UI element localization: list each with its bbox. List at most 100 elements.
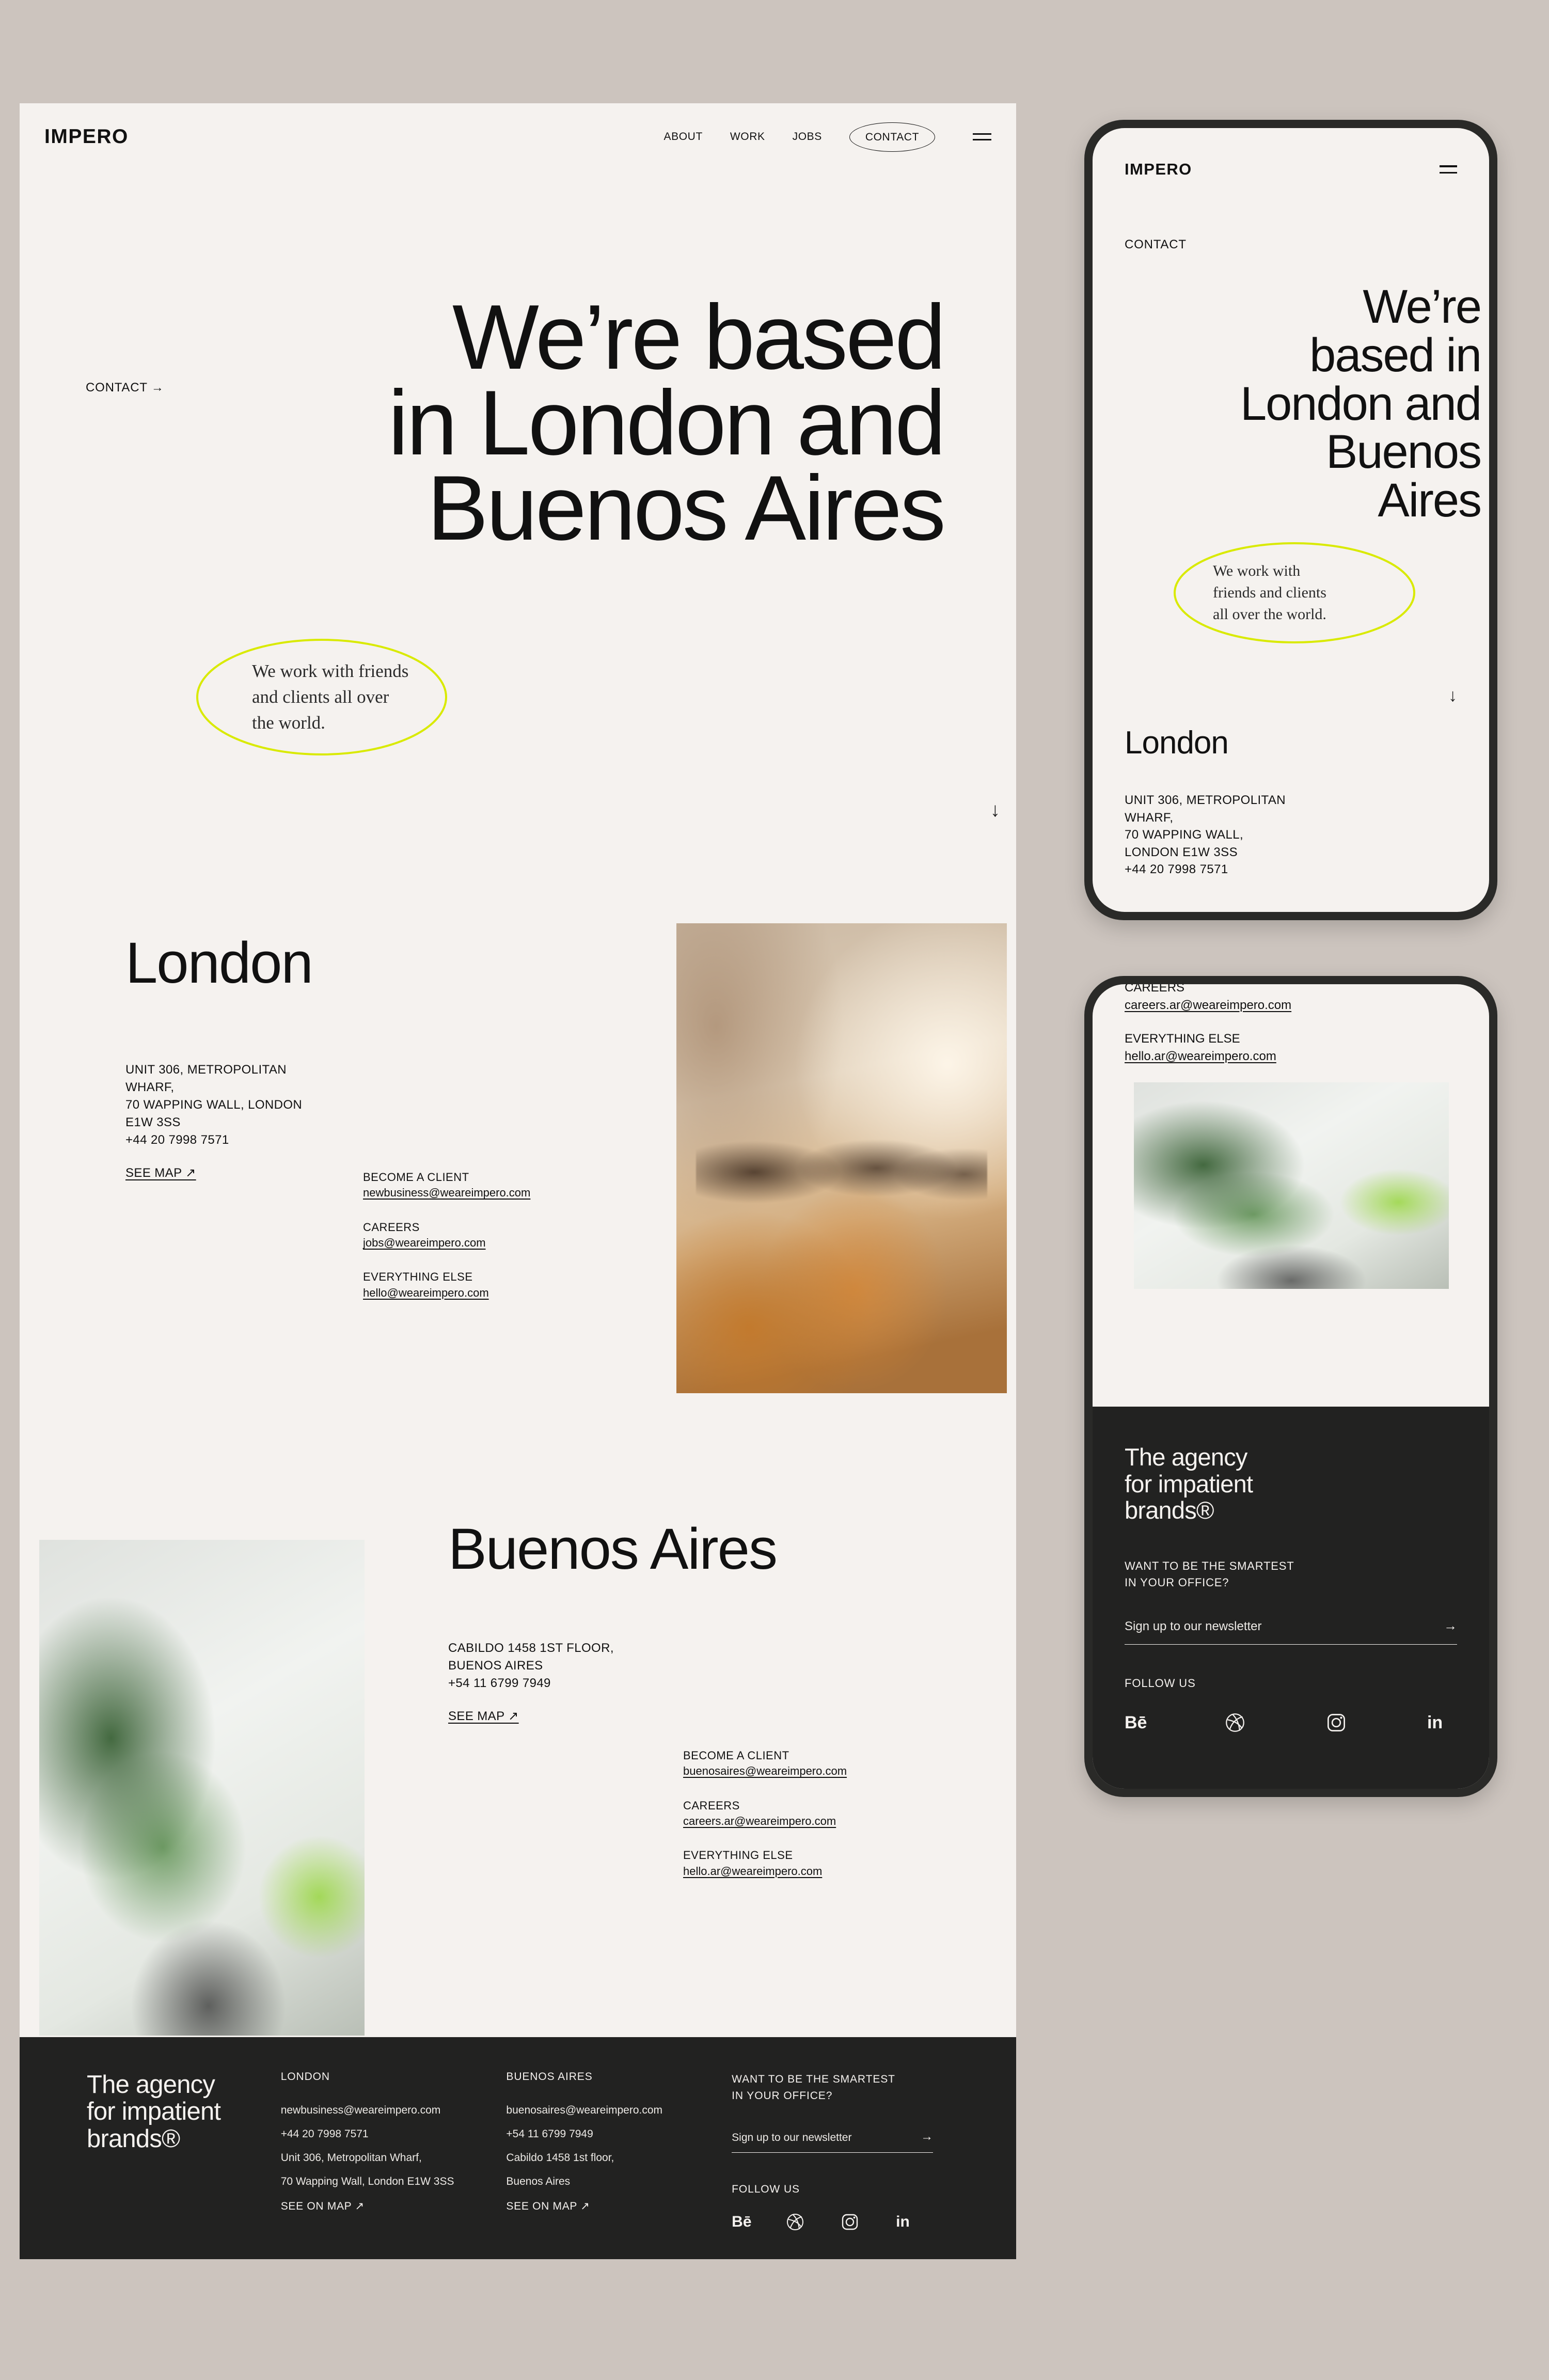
hamburger-icon[interactable] — [1440, 165, 1457, 174]
highlight-callout: We work with friends and clients all ove… — [195, 638, 448, 756]
hero-eyebrow: CONTACT → — [86, 381, 164, 395]
london-address-line: E1W 3SS — [125, 1115, 181, 1130]
newsletter-submit-arrow-icon[interactable]: → — [1444, 1618, 1457, 1634]
contact-label: EVERYTHING ELSE — [1125, 1032, 1240, 1046]
mobile-hero-line: Buenos — [1325, 425, 1482, 479]
mobile-scroll-down-arrow-icon[interactable]: ↓ — [1448, 686, 1457, 706]
mobile-page-title: We’re based in London and Buenos Aires — [1125, 282, 1482, 527]
newsletter-heading: WANT TO BE THE SMARTEST IN YOUR OFFICE? — [732, 2071, 965, 2104]
instagram-icon[interactable] — [841, 2213, 859, 2231]
buenos-aires-see-map-link[interactable]: SEE MAP ↗ — [448, 1708, 519, 1725]
desktop-footer: The agency for impatient brands® LONDON … — [20, 2037, 1016, 2259]
contact-email-link[interactable]: jobs@weareimpero.com — [363, 1235, 530, 1251]
highlight-line-3: the world. — [252, 712, 325, 733]
contact-label: CAREERS — [363, 1220, 420, 1234]
buenos-aires-office-photo — [39, 1540, 365, 2036]
mobile-address-line: UNIT 306, METROPOLITAN — [1125, 793, 1286, 807]
footer-buenos-aires-column: BUENOS AIRES buenosaires@weareimpero.com… — [506, 2071, 732, 2259]
buenos-aires-contacts: BECOME A CLIENT buenosaires@weareimpero.… — [683, 1748, 847, 1898]
footer-email[interactable]: newbusiness@weareimpero.com — [281, 2105, 507, 2116]
mobile-highlight-line: all over the world. — [1213, 606, 1326, 623]
contact-group: EVERYTHING ELSE hello@weareimpero.com — [363, 1269, 530, 1301]
logo[interactable]: IMPERO — [44, 125, 129, 148]
mobile-office-photo — [1134, 1082, 1449, 1289]
nav-link-work[interactable]: WORK — [730, 131, 765, 143]
hamburger-bar — [973, 133, 991, 135]
footer-follow-label: FOLLOW US — [1125, 1676, 1196, 1690]
footer-brand-line: The agency — [1125, 1443, 1247, 1471]
contact-label: BECOME A CLIENT — [363, 1171, 469, 1184]
footer-email-link[interactable]: newbusiness@weareimpero.com — [281, 2104, 441, 2116]
linkedin-icon[interactable]: in — [1427, 1713, 1447, 1732]
newsletter-input-placeholder[interactable]: Sign up to our newsletter — [732, 2132, 851, 2143]
footer-email-link[interactable]: buenosaires@weareimpero.com — [506, 2104, 662, 2116]
london-address-line: 70 WAPPING WALL, LONDON — [125, 1098, 303, 1112]
contact-email-link[interactable]: hello@weareimpero.com — [363, 1285, 530, 1301]
mobile-highlight-line: friends and clients — [1213, 584, 1326, 601]
footer-brand-line: brands® — [1125, 1496, 1214, 1524]
nav-link-jobs[interactable]: JOBS — [793, 131, 822, 143]
behance-icon[interactable]: Bē — [732, 2213, 751, 2231]
contact-group: EVERYTHING ELSE hello.ar@weareimpero.com — [683, 1848, 847, 1879]
mobile-hero-line: London and — [1240, 377, 1482, 430]
footer-london-map-link[interactable]: SEE ON MAP ↗ — [281, 2201, 365, 2212]
newsletter-heading-line: WANT TO BE THE SMARTEST — [732, 2073, 895, 2085]
buenos-aires-section-title: Buenos Aires — [448, 1517, 778, 1581]
mobile-address-line: 70 WAPPING WALL, — [1125, 828, 1244, 842]
hamburger-bar — [1440, 165, 1457, 167]
contact-email-link[interactable]: careers.ar@weareimpero.com — [1125, 997, 1291, 1014]
newsletter-input-placeholder[interactable]: Sign up to our newsletter — [1125, 1619, 1262, 1634]
newsletter-input-row[interactable]: Sign up to our newsletter → — [732, 2131, 934, 2153]
footer-brand-line: for impatient — [87, 2098, 221, 2126]
london-see-map-link[interactable]: SEE MAP ↗ — [125, 1164, 196, 1182]
nav-link-about[interactable]: ABOUT — [664, 131, 703, 143]
behance-icon[interactable]: Bē — [1125, 1713, 1147, 1732]
london-contacts: BECOME A CLIENT newbusiness@weareimpero.… — [363, 1170, 530, 1319]
mobile-hero-line: Aires — [1378, 474, 1482, 527]
hero-line-2: in London and — [388, 371, 946, 474]
hero-line-1: We’re based — [452, 286, 946, 388]
hamburger-bar — [1440, 171, 1457, 174]
instagram-icon[interactable] — [1326, 1713, 1346, 1732]
dribbble-icon[interactable] — [786, 2213, 804, 2231]
footer-london-column: LONDON newbusiness@weareimpero.com +44 2… — [281, 2071, 507, 2259]
london-address-line: +44 20 7998 7571 — [125, 1133, 229, 1147]
newsletter-heading-line: IN YOUR OFFICE? — [732, 2089, 833, 2102]
footer-brand-line: for impatient — [1125, 1470, 1253, 1498]
footer-social-links: Bē in — [732, 2213, 965, 2231]
contact-group: CAREERS careers.ar@weareimpero.com — [683, 1798, 847, 1830]
contact-label: EVERYTHING ELSE — [363, 1270, 473, 1284]
contact-email-link[interactable]: careers.ar@weareimpero.com — [683, 1814, 847, 1829]
linkedin-icon[interactable]: in — [896, 2213, 913, 2231]
logo[interactable]: IMPERO — [1125, 160, 1192, 179]
ba-address-line: CABILDO 1458 1ST FLOOR, — [448, 1641, 614, 1655]
contact-label: EVERYTHING ELSE — [683, 1849, 793, 1862]
contact-email-link[interactable]: hello.ar@weareimpero.com — [683, 1864, 847, 1879]
hero-line-3: Buenos Aires — [427, 456, 946, 560]
london-address-line: WHARF, — [125, 1080, 175, 1095]
contact-email-link[interactable]: buenosaires@weareimpero.com — [683, 1763, 847, 1779]
footer-email[interactable]: buenosaires@weareimpero.com — [506, 2105, 732, 2116]
hamburger-icon[interactable] — [973, 133, 991, 140]
scroll-down-arrow-icon[interactable]: ↓ — [990, 800, 1000, 820]
hamburger-bar — [973, 139, 991, 140]
contact-email-link[interactable]: hello.ar@weareimpero.com — [1125, 1048, 1291, 1065]
footer-address-line: 70 Wapping Wall, London E1W 3SS — [280, 2176, 454, 2187]
newsletter-heading-line: WANT TO BE THE SMARTEST — [1125, 1559, 1294, 1573]
mobile-london-address: UNIT 306, METROPOLITAN WHARF, 70 WAPPING… — [1125, 792, 1286, 878]
footer-address-line: Unit 306, Metropolitan Wharf, — [280, 2152, 422, 2164]
contact-label: CAREERS — [683, 1799, 740, 1812]
contact-label: CAREERS — [1125, 984, 1185, 995]
contact-email-link[interactable]: newbusiness@weareimpero.com — [363, 1185, 530, 1201]
dribbble-icon[interactable] — [1225, 1713, 1245, 1732]
newsletter-submit-arrow-icon[interactable]: → — [921, 2131, 933, 2143]
newsletter-input-row[interactable]: Sign up to our newsletter → — [1125, 1618, 1457, 1645]
mobile-hero-eyebrow: CONTACT — [1125, 238, 1187, 251]
newsletter-heading-line: IN YOUR OFFICE? — [1125, 1575, 1229, 1589]
nav-contact-pill[interactable]: CONTACT — [849, 122, 935, 152]
page-title: We’re based in London and Buenos Aires — [169, 286, 946, 560]
highlight-line-2: and clients all over — [252, 687, 389, 707]
footer-buenos-aires-map-link[interactable]: SEE ON MAP ↗ — [506, 2201, 590, 2212]
nav-links: ABOUT WORK JOBS CONTACT — [664, 122, 991, 152]
